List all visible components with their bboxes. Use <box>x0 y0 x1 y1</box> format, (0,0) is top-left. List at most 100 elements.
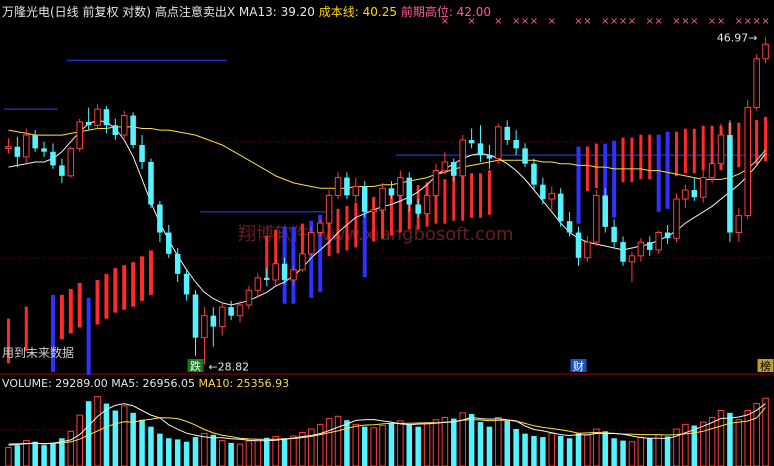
candle-body <box>14 146 21 157</box>
signal-bar <box>487 170 491 215</box>
watermark: 翔博软件 www.xiangbosoft.com <box>238 224 514 245</box>
volume-bar <box>620 440 626 466</box>
candle-body <box>166 232 172 254</box>
candle <box>664 224 671 245</box>
volume-bar <box>477 422 484 466</box>
volume-bar <box>23 440 30 466</box>
low-price-label: ←28.82 <box>208 361 249 374</box>
volume-bar <box>120 405 128 466</box>
ma-yellow-line <box>8 126 766 189</box>
volume-bar <box>344 420 350 466</box>
candle <box>183 269 190 301</box>
signal-bar <box>122 265 127 310</box>
candlestick-chart: 翔博软件 www.xiangbosoft.com × × × × × × × × × × × × × × ×… <box>0 16 774 466</box>
candle-body <box>112 125 119 136</box>
volume-bar <box>495 416 502 466</box>
candle <box>575 226 582 266</box>
volume-bar <box>735 419 743 466</box>
volume-bar <box>316 423 324 466</box>
candle-body <box>708 163 716 179</box>
candle <box>120 110 128 139</box>
x-marker: × <box>530 16 538 27</box>
candle <box>334 172 342 200</box>
volume-bar <box>423 423 431 466</box>
high-price-label: 46.97→ <box>717 31 758 44</box>
candle-body <box>352 185 360 196</box>
volume-bar <box>14 445 21 466</box>
signal-bar <box>148 250 153 295</box>
candle-body <box>85 121 92 126</box>
x-marker: × <box>744 16 752 27</box>
volume-bar <box>76 414 83 466</box>
candle <box>540 177 546 205</box>
candle-body <box>388 188 395 196</box>
candle <box>708 148 716 183</box>
candle-body <box>575 232 582 258</box>
volume-bar <box>166 438 172 466</box>
signal-bar <box>59 294 64 340</box>
signal-bar <box>612 140 617 218</box>
volume-bar <box>112 410 119 466</box>
candle-body <box>272 263 279 281</box>
candle <box>699 168 707 203</box>
candle-body <box>441 161 449 172</box>
volume-panel <box>5 396 769 466</box>
candle <box>148 158 154 209</box>
candle-body <box>628 255 636 263</box>
candle-body <box>23 134 30 158</box>
candle <box>166 224 172 258</box>
signal-label: 高点注意卖出X <box>154 5 236 19</box>
candle-body <box>682 189 689 200</box>
candle <box>299 251 306 272</box>
volume-bar <box>753 403 760 466</box>
horizontal-levels <box>4 59 770 213</box>
candle-body <box>468 140 475 144</box>
volume-bar <box>281 438 288 466</box>
signal-bar <box>461 176 465 221</box>
candle <box>236 300 244 323</box>
candle-body <box>50 151 56 166</box>
candle-body <box>236 304 244 317</box>
volume-bar <box>201 433 208 466</box>
signal-bar <box>648 134 652 180</box>
signal-bar <box>576 146 581 224</box>
marker-die: 跌 <box>190 359 201 373</box>
candle <box>103 106 110 134</box>
signal-bar <box>50 294 55 372</box>
volume-bar <box>699 421 707 466</box>
candle-body <box>735 215 743 234</box>
signal-bar <box>345 205 349 251</box>
volume-bar <box>584 434 591 466</box>
candle <box>344 172 350 200</box>
signal-bar <box>140 256 145 301</box>
candle <box>59 158 65 183</box>
candle-body <box>32 135 38 149</box>
candle-body <box>513 140 519 149</box>
volume-bar <box>370 427 377 466</box>
candle-body <box>263 277 270 280</box>
candle-body <box>94 108 101 126</box>
volume-bar <box>50 442 56 466</box>
candle <box>41 141 47 157</box>
candle-body <box>210 315 217 327</box>
candle <box>620 236 626 266</box>
volume-bar <box>210 434 217 466</box>
x-marker: × <box>601 16 609 27</box>
candle-body <box>646 242 653 250</box>
volume-bar <box>646 438 653 466</box>
volume-bar <box>254 438 262 466</box>
volume-bar <box>325 418 333 466</box>
volume-bar <box>504 420 511 466</box>
volume-bar <box>41 445 47 466</box>
candle <box>50 143 56 169</box>
signal-bar <box>585 146 589 192</box>
volume-bar <box>334 415 342 466</box>
candle-body <box>717 134 725 165</box>
candle-body <box>228 307 234 316</box>
signal-bar <box>656 134 661 212</box>
candle <box>245 286 253 310</box>
cost-label: 成本线: 40.25 <box>318 5 397 19</box>
candle <box>593 190 600 247</box>
candle-body <box>218 306 226 328</box>
candle <box>451 158 457 182</box>
